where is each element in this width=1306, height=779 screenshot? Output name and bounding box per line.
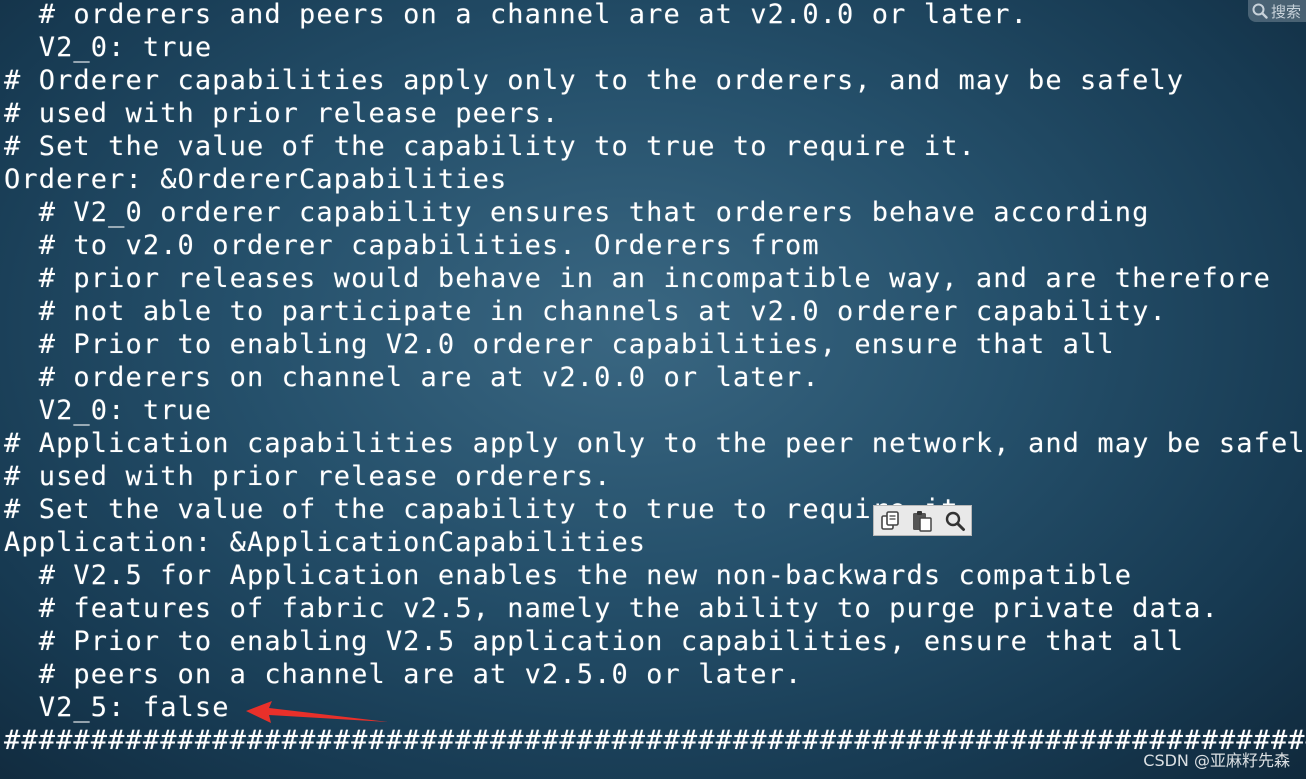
search-icon	[1252, 3, 1268, 19]
terminal-line: # Prior to enabling V2.5 application cap…	[4, 626, 1185, 657]
floating-toolbar	[873, 505, 972, 536]
terminal-output: # orderers and peers on a channel are at…	[0, 0, 1306, 779]
terminal-line: V2_0: true	[4, 32, 213, 63]
terminal-line: # used with prior release orderers.	[4, 461, 612, 492]
terminal-line: # peers on a channel are at v2.5.0 or la…	[4, 659, 803, 690]
find-button[interactable]	[941, 508, 969, 534]
terminal-line: Orderer: &OrdererCapabilities	[4, 164, 508, 195]
terminal-line: # used with prior release peers.	[4, 98, 560, 129]
search-label: 搜索	[1271, 2, 1302, 21]
search-button[interactable]: 搜索	[1248, 0, 1306, 22]
paste-button[interactable]	[908, 508, 936, 534]
search-icon	[945, 511, 965, 531]
terminal-line: # V2_0 orderer capability ensures that o…	[4, 197, 1150, 228]
terminal-line: # Application capabilities apply only to…	[4, 428, 1306, 459]
terminal-line: V2_0: true	[4, 395, 213, 426]
terminal-line: # features of fabric v2.5, namely the ab…	[4, 593, 1219, 624]
terminal-line: # to v2.0 orderer capabilities. Orderers…	[4, 230, 820, 261]
terminal-line: # orderers on channel are at v2.0.0 or l…	[4, 362, 820, 393]
terminal-line: # orderers and peers on a channel are at…	[4, 0, 1028, 30]
terminal-line: Application: &ApplicationCapabilities	[4, 527, 647, 558]
copy-button[interactable]	[876, 508, 904, 534]
terminal-line: # Set the value of the capability to tru…	[4, 131, 976, 162]
terminal-line: V2_5: false	[4, 692, 230, 723]
terminal-line: # Orderer capabilities apply only to the…	[4, 65, 1185, 96]
terminal-line: # Set the value of the capability to tru…	[4, 494, 976, 525]
paste-icon	[913, 510, 933, 532]
terminal-line: # V2.5 for Application enables the new n…	[4, 560, 1133, 591]
copy-icon	[881, 510, 899, 530]
terminal-line: # prior releases would behave in an inco…	[4, 263, 1271, 294]
terminal-line: ########################################…	[4, 725, 1306, 756]
watermark: CSDN @亚麻籽先森	[1143, 751, 1290, 770]
terminal-line: # not able to participate in channels at…	[4, 296, 1167, 327]
terminal-line: # Prior to enabling V2.0 orderer capabil…	[4, 329, 1115, 360]
